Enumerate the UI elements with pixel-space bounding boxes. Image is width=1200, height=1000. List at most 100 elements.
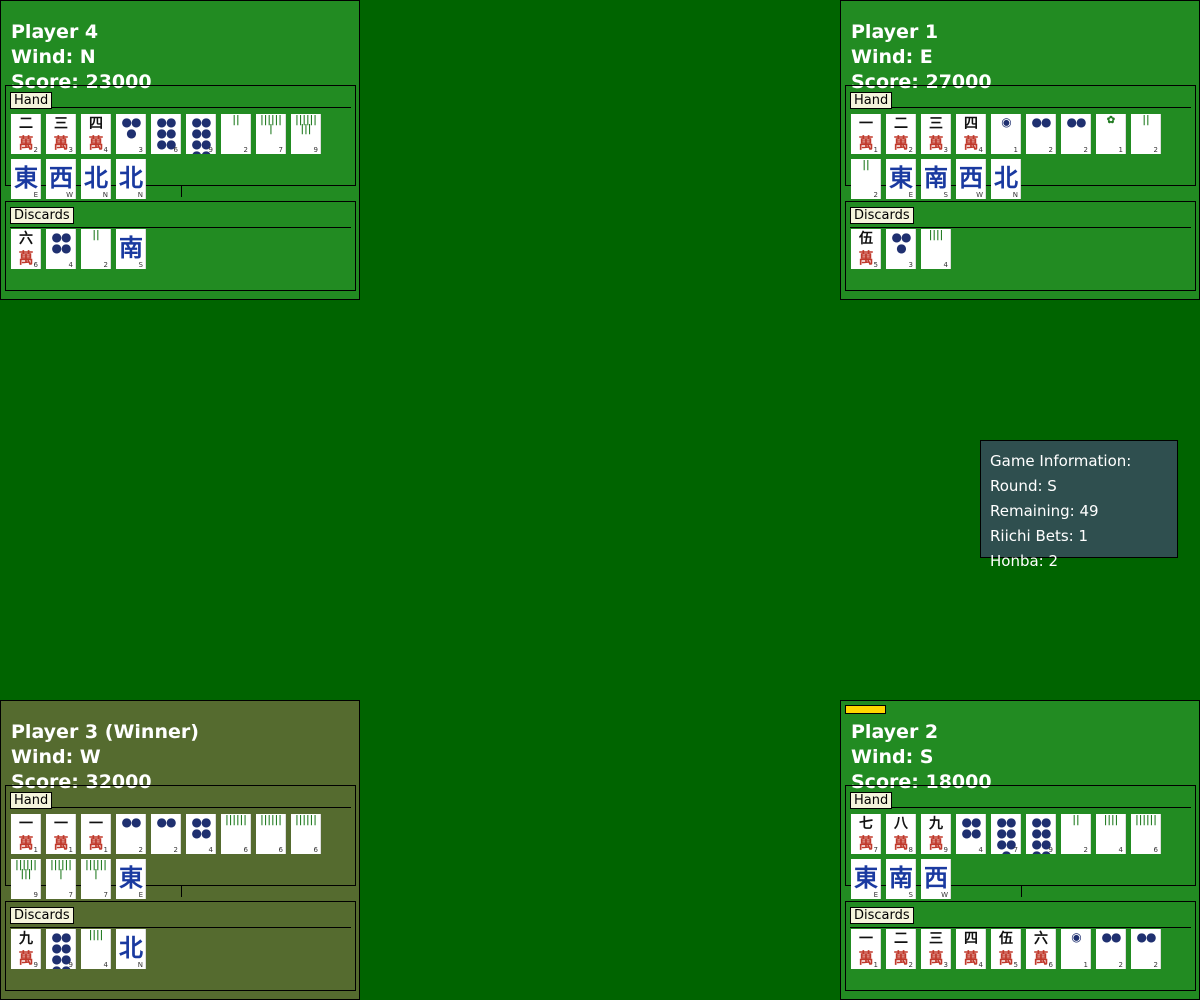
mahjong-tile[interactable]: || 2: [851, 159, 881, 199]
mahjong-tile[interactable]: 北N: [991, 159, 1021, 199]
mahjong-tile[interactable]: 一萬1: [851, 929, 881, 969]
tile-face: ●●●: [121, 115, 142, 140]
discard-tiles: 伍萬 5 ●●● 3 |||| 4: [851, 229, 1171, 269]
mahjong-tile[interactable]: 東E: [851, 859, 881, 899]
tile-corner-label: 1: [1013, 146, 1018, 154]
tile-corner-label: 2: [1083, 146, 1088, 154]
mahjong-tile[interactable]: || 2: [221, 114, 251, 154]
player-wind: Wind: S: [851, 746, 934, 768]
mahjong-tile[interactable]: 四萬4: [81, 114, 111, 154]
mahjong-tile[interactable]: |||| 4: [921, 229, 951, 269]
mahjong-tile[interactable]: 四萬4: [956, 929, 986, 969]
tile-corner-label: 2: [908, 961, 913, 969]
tile-corner-label: 6: [173, 146, 178, 154]
mahjong-tile[interactable]: 六萬6: [11, 229, 41, 269]
mahjong-tile[interactable]: |||||| 6: [221, 814, 251, 854]
mahjong-tile[interactable]: 東E: [886, 159, 916, 199]
mahjong-tile[interactable]: ●● 2: [1026, 114, 1056, 154]
mahjong-tile[interactable]: 九萬9: [921, 814, 951, 854]
tile-corner-label: 3: [943, 146, 948, 154]
mahjong-tile[interactable]: 南S: [921, 159, 951, 199]
tile-face: 東: [854, 863, 878, 892]
mahjong-tile[interactable]: 北N: [116, 929, 146, 969]
tile-corner-label: 7: [278, 146, 283, 154]
mahjong-tile[interactable]: 七萬7: [851, 814, 881, 854]
tile-corner-label: 9: [68, 961, 73, 969]
mahjong-tile[interactable]: 伍萬5: [991, 929, 1021, 969]
round-text: Round: S: [990, 477, 1057, 495]
mahjong-tile[interactable]: ●● 2: [1096, 929, 1126, 969]
mahjong-tile[interactable]: 一萬1: [81, 814, 111, 854]
tile-face: |||||||: [85, 860, 107, 880]
mahjong-tile[interactable]: ●●●●●●●●●9: [46, 929, 76, 969]
mahjong-tile[interactable]: ●●●●●● 6: [151, 114, 181, 154]
mahjong-tile[interactable]: 九萬9: [11, 929, 41, 969]
mahjong-tile[interactable]: ●●●● 4: [956, 814, 986, 854]
mahjong-tile[interactable]: ●●● 3: [886, 229, 916, 269]
mahjong-tile[interactable]: 伍萬5: [851, 229, 881, 269]
mahjong-tile[interactable]: ||||||||| 9: [11, 859, 41, 899]
mahjong-tile[interactable]: 一萬1: [46, 814, 76, 854]
mahjong-tile[interactable]: |||| 4: [1096, 814, 1126, 854]
mahjong-tile[interactable]: |||||| 6: [291, 814, 321, 854]
mahjong-tile[interactable]: 四萬4: [956, 114, 986, 154]
mahjong-tile[interactable]: ●●●● 4: [186, 814, 216, 854]
mahjong-tile[interactable]: ●●● 3: [116, 114, 146, 154]
mahjong-tile[interactable]: 東E: [11, 159, 41, 199]
tile-corner-label: 2: [908, 146, 913, 154]
mahjong-tile[interactable]: ●● 2: [151, 814, 181, 854]
discards-label: Discards: [10, 207, 74, 224]
mahjong-tile[interactable]: ●●●●●●●●●9: [1026, 814, 1056, 854]
tile-corner-label: 5: [873, 261, 878, 269]
mahjong-tile[interactable]: 三萬3: [921, 929, 951, 969]
mahjong-tile[interactable]: ||||||| 7: [81, 859, 111, 899]
mahjong-tile[interactable]: 六萬6: [1026, 929, 1056, 969]
mahjong-tile[interactable]: 北N: [81, 159, 111, 199]
mahjong-tile[interactable]: 三萬3: [921, 114, 951, 154]
discard-tiles: 一萬 1 二萬 2 三萬 3 四萬 4 伍萬 5 六萬 6 ◉ 1 ●● 2 ●● 2: [851, 929, 1171, 969]
mahjong-tile[interactable]: ✿ 1: [1096, 114, 1126, 154]
mahjong-tile[interactable]: ●●●●●●●●●9: [186, 114, 216, 154]
mahjong-tile[interactable]: 八萬8: [886, 814, 916, 854]
tile-corner-label: 6: [243, 846, 248, 854]
mahjong-tile[interactable]: 一萬1: [11, 814, 41, 854]
tile-corner-label: 3: [943, 961, 948, 969]
mahjong-tile[interactable]: ◉ 1: [991, 114, 1021, 154]
mahjong-tile[interactable]: |||||| 6: [256, 814, 286, 854]
mahjong-tile[interactable]: 南S: [886, 859, 916, 899]
tile-corner-label: 2: [1153, 961, 1158, 969]
mahjong-tile[interactable]: |||| 4: [81, 929, 111, 969]
mahjong-tile[interactable]: 二萬2: [886, 114, 916, 154]
mahjong-tile[interactable]: 西W: [46, 159, 76, 199]
mahjong-tile[interactable]: 三萬3: [46, 114, 76, 154]
tile-corner-label: 3: [908, 261, 913, 269]
tile-face: 北: [119, 163, 143, 192]
mahjong-tile[interactable]: ||||||| 7: [46, 859, 76, 899]
mahjong-tile[interactable]: ||||||||| 9: [291, 114, 321, 154]
mahjong-tile[interactable]: ||||||| 7: [256, 114, 286, 154]
mahjong-tile[interactable]: 東E: [116, 859, 146, 899]
mahjong-tile[interactable]: 西W: [956, 159, 986, 199]
discard-tiles: 六萬 6 ●●●● 4 || 2 南 S: [11, 229, 331, 269]
mahjong-tile[interactable]: 南S: [116, 229, 146, 269]
mahjong-tile[interactable]: ●● 2: [1061, 114, 1091, 154]
mahjong-tile[interactable]: 二萬2: [886, 929, 916, 969]
tile-face: 伍: [859, 231, 873, 247]
mahjong-tile[interactable]: 西W: [921, 859, 951, 899]
tile-face: 六: [19, 231, 33, 247]
mahjong-tile[interactable]: || 2: [1131, 114, 1161, 154]
tile-face: ●●: [1066, 115, 1087, 129]
mahjong-tile[interactable]: 北N: [116, 159, 146, 199]
tile-face: 三: [54, 116, 68, 132]
mahjong-tile[interactable]: || 2: [1061, 814, 1091, 854]
mahjong-tile[interactable]: ◉ 1: [1061, 929, 1091, 969]
mahjong-tile[interactable]: 一萬1: [851, 114, 881, 154]
hand-tiles: 七萬7八萬8九萬9 ●●●● 4 ●●●●●●●7●●●●●●●●●9 || 2 |||| 4…: [851, 814, 1171, 899]
mahjong-tile[interactable]: ●●●● 4: [46, 229, 76, 269]
mahjong-tile[interactable]: ●● 2: [1131, 929, 1161, 969]
mahjong-tile[interactable]: ●● 2: [116, 814, 146, 854]
mahjong-tile[interactable]: || 2: [81, 229, 111, 269]
mahjong-tile[interactable]: ●●●●●●●7: [991, 814, 1021, 854]
mahjong-tile[interactable]: |||||| 6: [1131, 814, 1161, 854]
mahjong-tile[interactable]: 二萬2: [11, 114, 41, 154]
